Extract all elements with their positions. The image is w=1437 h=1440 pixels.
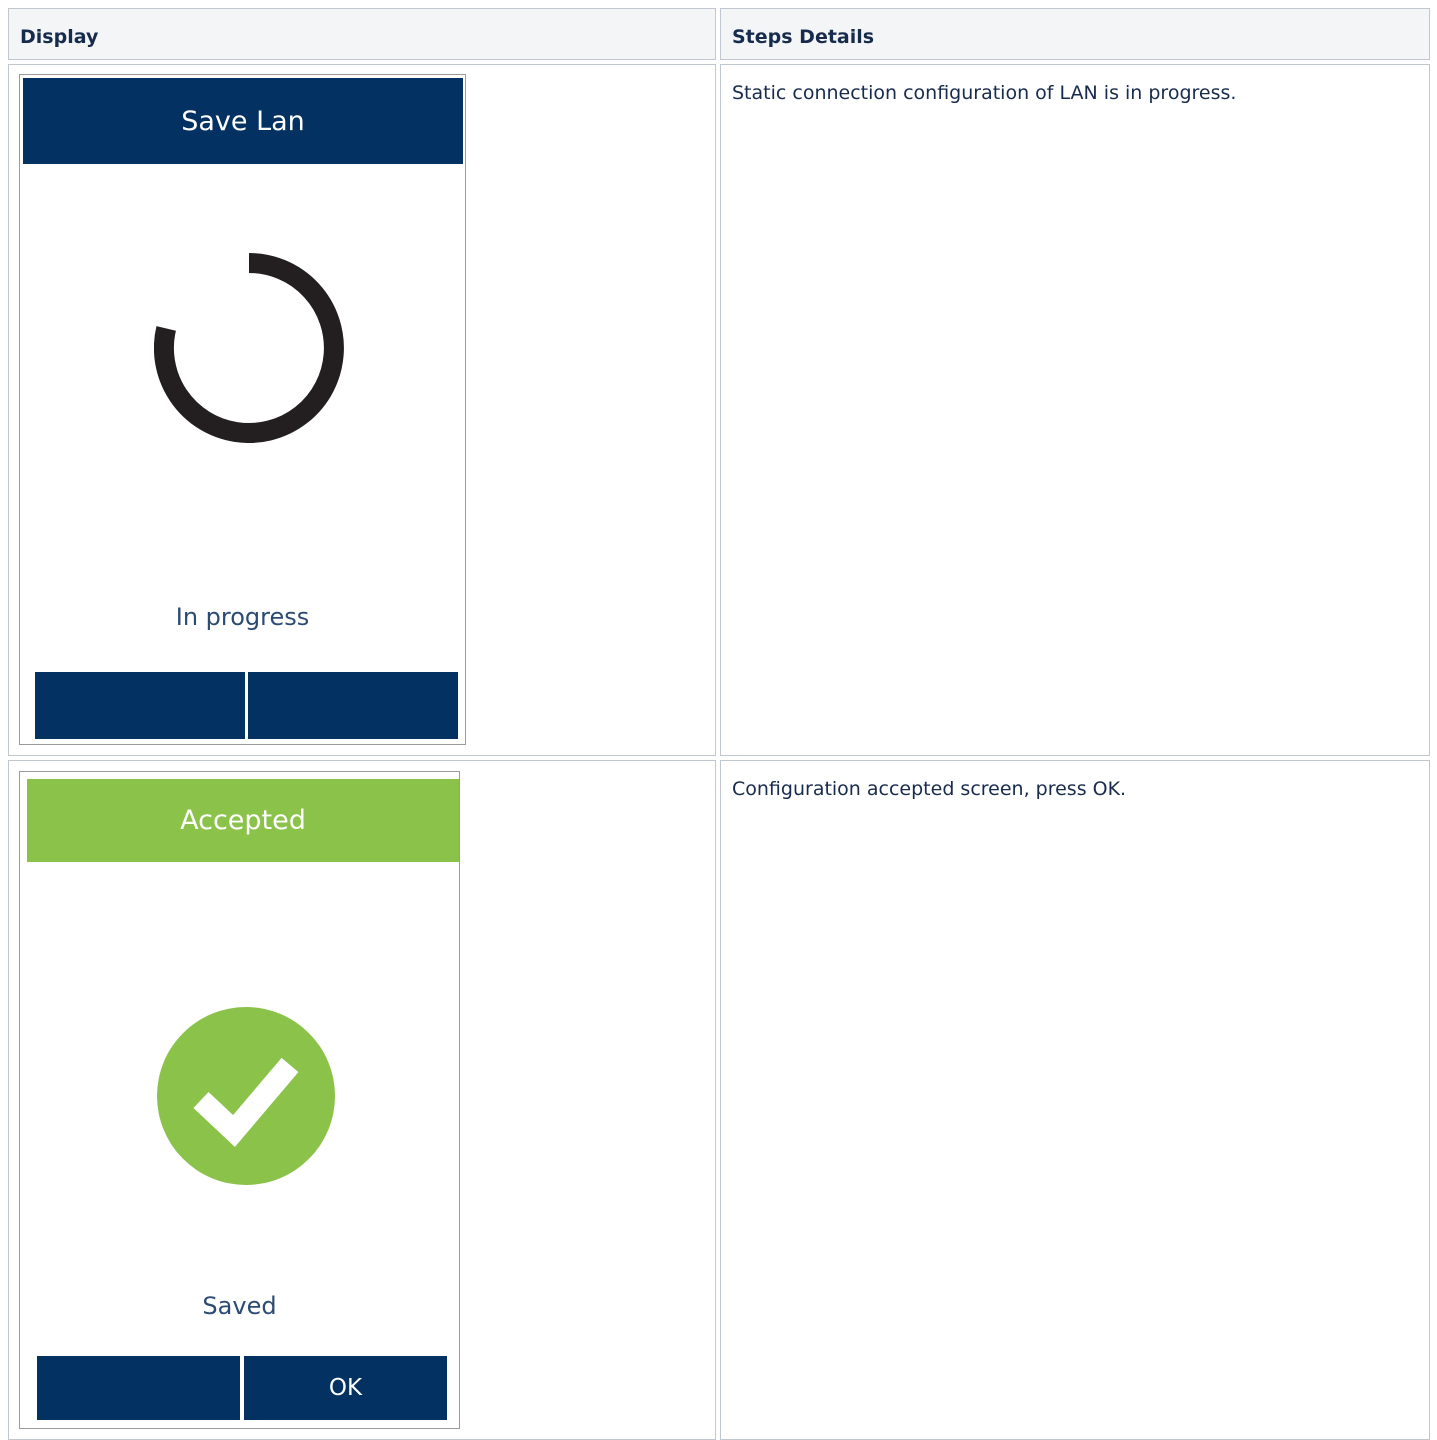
right-softkey-button[interactable] xyxy=(248,672,458,739)
check-circle-icon xyxy=(157,1007,335,1185)
screen-title: Accepted xyxy=(180,805,306,836)
step-details-text: Static connection configuration of LAN i… xyxy=(732,82,1237,104)
ok-button[interactable]: OK xyxy=(244,1356,447,1420)
column-header-display: Display xyxy=(20,26,99,48)
spinner-icon xyxy=(154,253,344,443)
screen-title-bar: Save Lan xyxy=(23,78,463,164)
status-text: In progress xyxy=(175,603,310,631)
header-cell-steps-details: Steps Details xyxy=(720,8,1430,60)
table-row-1-details-cell: Static connection configuration of LAN i… xyxy=(720,64,1430,756)
step-details-text: Configuration accepted screen, press OK. xyxy=(732,778,1127,800)
table-row-2-details-cell: Configuration accepted screen, press OK. xyxy=(720,760,1430,1440)
column-header-steps-details: Steps Details xyxy=(732,26,875,48)
status-text: Saved xyxy=(202,1292,277,1320)
left-softkey-button[interactable] xyxy=(35,672,245,739)
steps-table: Display Steps Details Save Lan In progre… xyxy=(8,8,1430,1440)
header-cell-display: Display xyxy=(8,8,716,60)
device-screen-save-lan: Save Lan In progress xyxy=(19,74,466,745)
left-softkey-button[interactable] xyxy=(37,1356,240,1420)
table-row-2-display-cell: Accepted Saved OK xyxy=(8,760,716,1440)
table-row-1-display-cell: Save Lan In progress xyxy=(8,64,716,756)
device-screen-accepted: Accepted Saved OK xyxy=(19,771,460,1429)
screen-title-bar: Accepted xyxy=(27,779,459,862)
screen-title: Save Lan xyxy=(181,105,305,137)
